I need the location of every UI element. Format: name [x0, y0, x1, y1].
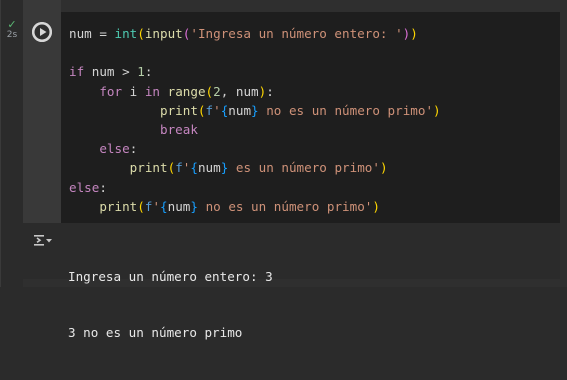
code-token: {	[190, 160, 198, 176]
code-token: no es un número primo'	[197, 198, 373, 214]
code-token: (	[137, 198, 145, 214]
output-menu-icon[interactable]	[33, 232, 53, 248]
code-token: print	[160, 102, 198, 118]
code-token: 'Ingresa un número entero: '	[190, 26, 403, 41]
code-token: 2	[213, 83, 221, 99]
code-line: num = int(input('Ingresa un número enter…	[69, 24, 441, 43]
code-line: print(f'{num} no es un número primo')	[69, 101, 441, 120]
check-icon: ✓	[7, 18, 17, 31]
code-token: )	[372, 198, 380, 214]
code-token: es un número primo'	[228, 160, 380, 176]
code-token: :	[99, 179, 107, 195]
code-token: }	[190, 198, 198, 214]
code-token: (	[197, 102, 206, 118]
code-token: int	[114, 26, 138, 41]
code-token: num	[167, 198, 191, 214]
code-token: (	[137, 26, 145, 41]
code-token: i	[122, 83, 145, 99]
execution-status: ✓ 2s	[3, 18, 21, 40]
code-token: f	[205, 102, 214, 118]
code-token: '	[152, 198, 161, 214]
run-cell-button[interactable]	[32, 22, 52, 42]
code-token: else	[69, 179, 100, 195]
code-token: :	[144, 64, 153, 80]
code-token: }	[251, 102, 259, 118]
code-token: num	[197, 160, 221, 176]
code-line: else:	[69, 178, 441, 197]
code-token: :	[129, 141, 138, 157]
code-token: print	[99, 198, 138, 214]
notebook-cell: ✓ 2s num = int(input('Ingresa un número …	[0, 0, 567, 340]
code-content[interactable]: num = int(input('Ingresa un número enter…	[69, 24, 441, 216]
code-token: num	[228, 102, 252, 118]
code-token: f	[175, 160, 183, 176]
cell-gutter	[1, 0, 23, 287]
code-token: else	[99, 141, 130, 157]
code-token: )	[410, 26, 418, 41]
code-token: 1	[137, 64, 145, 80]
code-token: )	[433, 102, 441, 118]
code-line: for i in range(2, num):	[69, 82, 441, 101]
code-token: if	[69, 64, 85, 80]
code-token: num =	[69, 26, 115, 41]
code-token: range	[167, 83, 206, 99]
play-icon	[32, 22, 52, 42]
code-line: else:	[69, 139, 441, 158]
cell-output: Ingresa un número entero: 3 3 no es un n…	[68, 231, 273, 380]
code-token: )	[379, 160, 388, 176]
code-token: in	[144, 83, 161, 99]
code-token: for	[99, 83, 123, 99]
code-token: num >	[84, 64, 138, 80]
code-token: :	[266, 83, 274, 99]
output-line: Ingresa un número entero: 3	[68, 269, 273, 285]
code-token: '	[213, 102, 221, 118]
code-line: print(f'{num} no es un número primo')	[69, 197, 441, 216]
execution-time: 2s	[6, 30, 18, 40]
code-token: no es un número primo'	[258, 102, 434, 118]
code-line: break	[69, 120, 441, 139]
output-line: 3 no es un número primo	[68, 324, 243, 340]
code-token: {	[160, 198, 168, 214]
code-line: print(f'{num} es un número primo')	[69, 158, 441, 177]
code-token: input	[144, 26, 183, 41]
code-token: print	[129, 160, 168, 176]
code-line: if num > 1:	[69, 62, 441, 81]
code-token: break	[160, 121, 198, 137]
code-token: , num	[220, 83, 259, 99]
code-token: (	[205, 83, 214, 99]
